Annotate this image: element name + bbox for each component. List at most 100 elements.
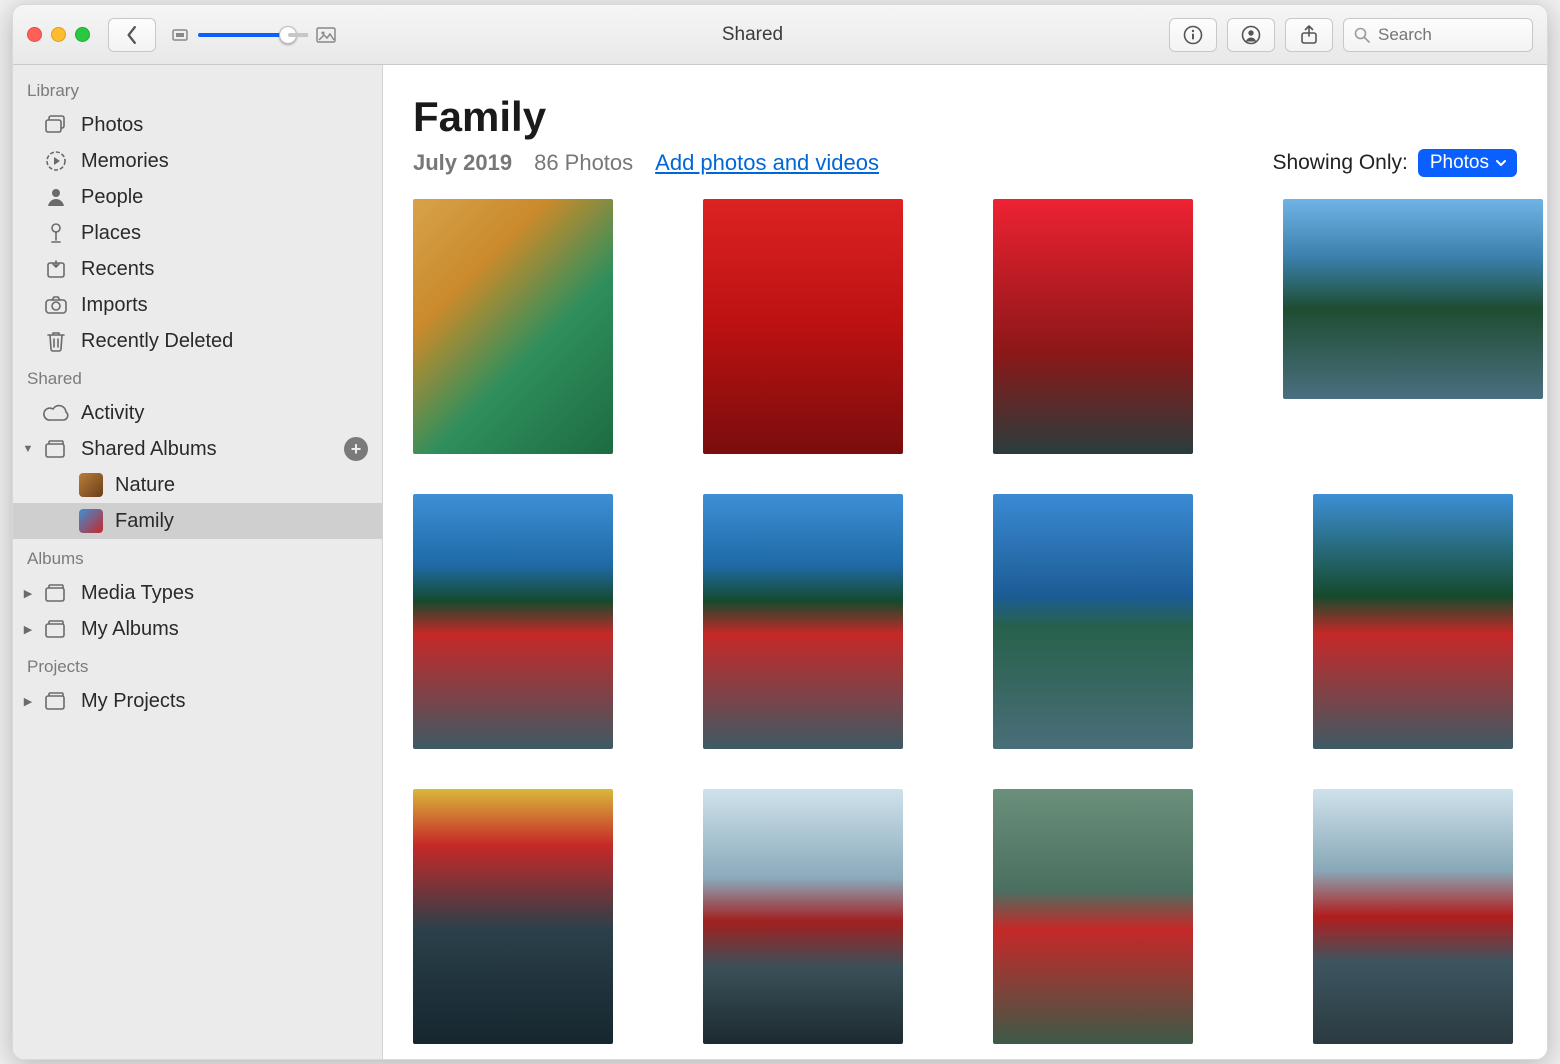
zoom-small-icon <box>172 28 190 42</box>
filter-pill-label: Photos <box>1430 152 1489 174</box>
titlebar: Shared <box>13 5 1547 65</box>
share-button[interactable] <box>1285 18 1333 52</box>
info-icon <box>1183 25 1203 45</box>
sidebar-item-media-types[interactable]: ▶ Media Types <box>13 575 382 611</box>
sidebar-section-library: Library <box>13 71 382 107</box>
showing-label: Showing Only: <box>1272 151 1407 175</box>
window-title: Shared <box>346 24 1159 46</box>
search-input[interactable] <box>1378 25 1522 45</box>
photo-grid <box>413 199 1517 1044</box>
photo-thumbnail[interactable] <box>993 494 1193 749</box>
minimize-window-button[interactable] <box>51 27 66 42</box>
sidebar-item-label: My Albums <box>81 618 179 641</box>
places-pin-icon <box>43 221 69 245</box>
sidebar-item-label: Photos <box>81 114 143 137</box>
photo-thumbnail[interactable] <box>1313 789 1513 1044</box>
photo-thumbnail[interactable] <box>993 199 1193 454</box>
album-stack-icon <box>43 617 69 641</box>
sidebar-item-people[interactable]: People <box>13 179 382 215</box>
disclosure-triangle-icon[interactable]: ▶ <box>21 586 35 600</box>
disclosure-triangle-icon[interactable]: ▶ <box>21 622 35 636</box>
zoom-slider-group <box>172 27 336 43</box>
trash-icon <box>43 329 69 353</box>
info-button[interactable] <box>1169 18 1217 52</box>
person-circle-icon <box>1241 25 1261 45</box>
album-subheader: July 2019 86 Photos Add photos and video… <box>413 149 1517 177</box>
sidebar-section-shared: Shared <box>13 359 382 395</box>
chevron-down-icon <box>1495 157 1507 169</box>
sidebar-item-label: My Projects <box>81 690 185 713</box>
photo-thumbnail[interactable] <box>413 494 613 749</box>
sidebar-item-label: Shared Albums <box>81 438 217 461</box>
zoom-large-icon <box>316 27 336 43</box>
add-photos-link[interactable]: Add photos and videos <box>655 150 879 176</box>
sidebar-item-label: Places <box>81 222 141 245</box>
photo-thumbnail[interactable] <box>703 494 903 749</box>
people-icon <box>43 185 69 209</box>
sidebar-item-photos[interactable]: Photos <box>13 107 382 143</box>
photo-thumbnail[interactable] <box>703 789 903 1044</box>
people-button[interactable] <box>1227 18 1275 52</box>
sidebar-item-label: Activity <box>81 402 144 425</box>
album-stack-icon <box>43 437 69 461</box>
app-window: Shared Library <box>12 4 1548 1060</box>
sidebar-item-memories[interactable]: Memories <box>13 143 382 179</box>
traffic-lights <box>27 27 90 42</box>
sidebar-item-activity[interactable]: Activity <box>13 395 382 431</box>
window-body: Library Photos Memories People <box>13 65 1547 1059</box>
main-content: Family July 2019 86 Photos Add photos an… <box>383 65 1547 1059</box>
share-icon <box>1300 25 1318 45</box>
album-count: 86 Photos <box>534 150 633 176</box>
photo-thumbnail[interactable] <box>703 199 903 454</box>
sidebar-item-nature[interactable]: Nature <box>13 467 382 503</box>
chevron-left-icon <box>125 26 139 44</box>
photo-thumbnail[interactable] <box>413 199 613 454</box>
sidebar-item-label: Recently Deleted <box>81 330 233 353</box>
sidebar-item-recently-deleted[interactable]: Recently Deleted <box>13 323 382 359</box>
album-date: July 2019 <box>413 150 512 176</box>
sidebar-item-shared-albums[interactable]: ▼ Shared Albums + <box>13 431 382 467</box>
sidebar-item-recents[interactable]: Recents <box>13 251 382 287</box>
album-title: Family <box>413 93 1517 141</box>
photo-thumbnail[interactable] <box>1313 494 1513 749</box>
photo-thumbnail[interactable] <box>993 789 1193 1044</box>
plus-icon: + <box>351 439 362 460</box>
album-stack-icon <box>43 689 69 713</box>
memories-icon <box>43 149 69 173</box>
album-stack-icon <box>43 581 69 605</box>
sidebar-item-label: People <box>81 186 143 209</box>
zoom-slider-knob[interactable] <box>279 26 297 44</box>
sidebar-item-family[interactable]: Family <box>13 503 382 539</box>
sidebar-item-places[interactable]: Places <box>13 215 382 251</box>
sidebar-section-projects: Projects <box>13 647 382 683</box>
close-window-button[interactable] <box>27 27 42 42</box>
sidebar-item-label: Recents <box>81 258 154 281</box>
search-field[interactable] <box>1343 18 1533 52</box>
sidebar-item-label: Memories <box>81 150 169 173</box>
imports-camera-icon <box>43 293 69 317</box>
filter-pill[interactable]: Photos <box>1418 149 1517 177</box>
sidebar-item-my-albums[interactable]: ▶ My Albums <box>13 611 382 647</box>
sidebar-item-my-projects[interactable]: ▶ My Projects <box>13 683 382 719</box>
sidebar-section-albums: Albums <box>13 539 382 575</box>
photo-thumbnail[interactable] <box>1283 199 1543 399</box>
sidebar-item-label: Family <box>115 510 174 533</box>
add-shared-album-button[interactable]: + <box>344 437 368 461</box>
disclosure-triangle-icon[interactable]: ▶ <box>21 694 35 708</box>
sidebar-item-label: Imports <box>81 294 148 317</box>
sidebar-item-label: Media Types <box>81 582 194 605</box>
zoom-slider[interactable] <box>198 33 308 37</box>
photos-stack-icon <box>43 113 69 137</box>
search-icon <box>1354 27 1370 43</box>
album-thumbnail-icon <box>79 509 103 533</box>
photo-thumbnail[interactable] <box>413 789 613 1044</box>
recents-icon <box>43 257 69 281</box>
sidebar-item-imports[interactable]: Imports <box>13 287 382 323</box>
disclosure-triangle-icon[interactable]: ▼ <box>21 442 35 456</box>
showing-filter: Showing Only: Photos <box>1272 149 1517 177</box>
album-thumbnail-icon <box>79 473 103 497</box>
sidebar: Library Photos Memories People <box>13 65 383 1059</box>
fullscreen-window-button[interactable] <box>75 27 90 42</box>
back-button[interactable] <box>108 18 156 52</box>
sidebar-item-label: Nature <box>115 474 175 497</box>
